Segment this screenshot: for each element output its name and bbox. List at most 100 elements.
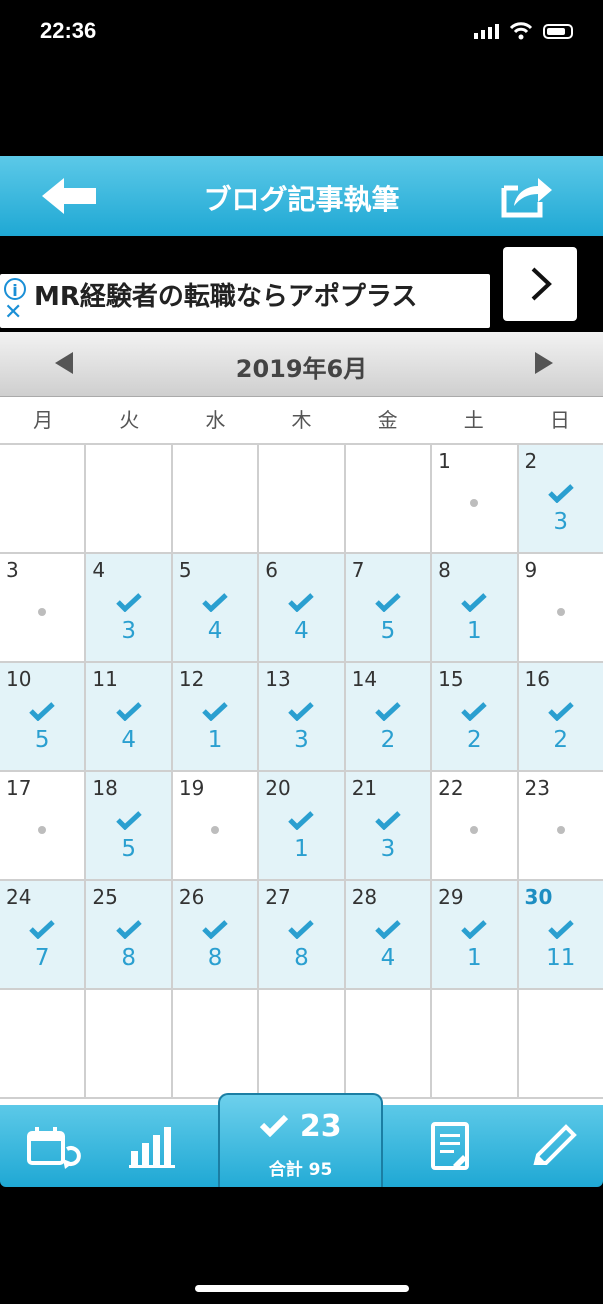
today-count: 23: [299, 1109, 342, 1144]
day-number: 25: [92, 885, 118, 909]
day-count: 5: [34, 727, 50, 753]
day-count: 8: [294, 945, 309, 971]
calendar-day-cell: [518, 990, 603, 1097]
check-icon: [461, 920, 488, 939]
bar-chart-icon[interactable]: [125, 1121, 185, 1171]
day-number: 13: [265, 667, 291, 691]
day-number: 17: [6, 776, 32, 800]
calendar-day-cell: [432, 990, 519, 1097]
weekday-label: 水: [205, 408, 226, 432]
day-number: 27: [265, 885, 291, 909]
pencil-edit-icon[interactable]: [528, 1121, 588, 1171]
calendar-day-cell[interactable]: 19: [172, 772, 260, 879]
calendar-day-cell[interactable]: 14 2: [345, 663, 433, 770]
today-total-button[interactable]: 23 合計 95: [218, 1093, 383, 1187]
month-navigation: 2019年6月: [0, 332, 603, 397]
calendar-day-cell: [86, 445, 173, 552]
calendar-day-cell[interactable]: 15 2: [432, 663, 519, 770]
calendar-day-cell[interactable]: 75: [345, 554, 433, 661]
ad-open-button[interactable]: [503, 247, 577, 321]
day-number: 9: [524, 558, 538, 582]
calendar-day-cell[interactable]: 29 1: [432, 881, 519, 988]
battery-icon: [543, 23, 573, 39]
calendar-day-cell[interactable]: 12 1: [172, 663, 260, 770]
calendar-day-cell[interactable]: 11 4: [86, 663, 173, 770]
ad-close-icon[interactable]: ✕: [4, 302, 22, 324]
check-icon: [375, 593, 401, 612]
day-number: 16: [524, 667, 550, 691]
calendar-day-cell[interactable]: 13 3: [259, 663, 346, 770]
calendar-day-cell[interactable]: 64: [259, 554, 346, 661]
calendar-day-cell[interactable]: 24 7: [0, 881, 87, 988]
calendar-day-cell[interactable]: 25 8: [86, 881, 173, 988]
day-number: 29: [438, 885, 464, 909]
calendar-day-cell: [0, 990, 87, 1097]
status-time: 22:36: [40, 18, 97, 43]
share-icon[interactable]: [500, 174, 555, 219]
calendar-day-cell[interactable]: 27 8: [259, 881, 346, 988]
check-icon: [547, 920, 574, 939]
ad-text: MR経験者の転職ならアポプラス: [34, 282, 418, 312]
weekday-label: 木: [291, 408, 312, 432]
check-icon: [115, 920, 142, 939]
day-count: 3: [294, 727, 309, 753]
calendar-day-cell[interactable]: 23: [518, 445, 603, 552]
calendar-day-cell: [86, 990, 173, 1097]
note-document-icon[interactable]: [423, 1121, 483, 1171]
calendar-day-cell: [0, 445, 87, 552]
day-number: 3: [6, 558, 19, 582]
calendar-day-cell[interactable]: 21 3: [345, 772, 433, 879]
empty-day-dot: [556, 608, 565, 616]
empty-day-dot: [470, 826, 479, 834]
day-number: 12: [178, 667, 205, 691]
check-icon: [115, 702, 142, 721]
day-count: 3: [380, 836, 396, 862]
day-count: 4: [207, 618, 223, 644]
day-number: 26: [178, 885, 205, 909]
bottom-toolbar: 23 合計 95: [0, 1093, 603, 1187]
calendar-day-cell[interactable]: 16 2: [518, 663, 603, 770]
ad-info-icon[interactable]: i: [4, 278, 26, 300]
calendar-day-cell[interactable]: 9: [518, 554, 603, 661]
calendar-day-cell[interactable]: 81: [432, 554, 519, 661]
empty-day-dot: [211, 826, 220, 834]
calendar-day-cell[interactable]: 43: [86, 554, 173, 661]
day-count: 4: [294, 618, 309, 644]
day-count: 3: [553, 509, 569, 535]
calendar-day-cell[interactable]: 10 5: [0, 663, 87, 770]
calendar-day-cell[interactable]: 17: [0, 772, 87, 879]
check-icon: [375, 920, 401, 939]
weekday-label: 土: [463, 408, 484, 432]
calendar-grid: 1 2 3 3 4 3 5 4 6 4 7 5 8 1 9 10 5 11 4 12 1 13 3 14 2 15 2 16 2 17 18…: [0, 445, 603, 1099]
day-count: 5: [380, 618, 396, 644]
calendar-day-cell[interactable]: 22: [432, 772, 519, 879]
ad-text-box[interactable]: i ✕ MR経験者の転職ならアポプラス: [0, 274, 490, 328]
day-count: 1: [467, 618, 482, 644]
calendar-week-row: 17 18 5 19 20 1 21 3 22 23: [0, 772, 603, 881]
next-month-button[interactable]: [535, 352, 553, 374]
day-number: 6: [265, 558, 278, 582]
day-number: 21: [351, 776, 378, 800]
calendar-day-cell: [345, 445, 433, 552]
calendar-day-cell[interactable]: 20 1: [259, 772, 346, 879]
calendar-day-cell[interactable]: 1: [432, 445, 519, 552]
calendar-day-cell: [172, 445, 260, 552]
calendar-day-cell[interactable]: 23: [518, 772, 603, 879]
check-icon: [547, 702, 574, 721]
check-icon: [29, 920, 55, 939]
weekday-label: 日: [549, 408, 570, 432]
day-count: 2: [380, 727, 396, 753]
calendar-day-cell[interactable]: 28 4: [345, 881, 433, 988]
calendar-day-cell[interactable]: 30 11: [518, 881, 603, 988]
calendar-day-cell[interactable]: 18 5: [86, 772, 173, 879]
calendar-day-cell[interactable]: 26 8: [172, 881, 260, 988]
ad-banner[interactable]: i ✕ MR経験者の転職ならアポプラス: [0, 236, 603, 332]
calendar-day-cell: [172, 990, 260, 1097]
calendar-repeat-icon[interactable]: [25, 1121, 85, 1171]
day-number: 10: [6, 667, 32, 691]
calendar-day-cell[interactable]: 3: [0, 554, 87, 661]
day-count: 3: [121, 618, 136, 644]
calendar-day-cell[interactable]: 54: [172, 554, 260, 661]
check-icon: [375, 702, 401, 721]
day-count: 1: [294, 836, 309, 862]
